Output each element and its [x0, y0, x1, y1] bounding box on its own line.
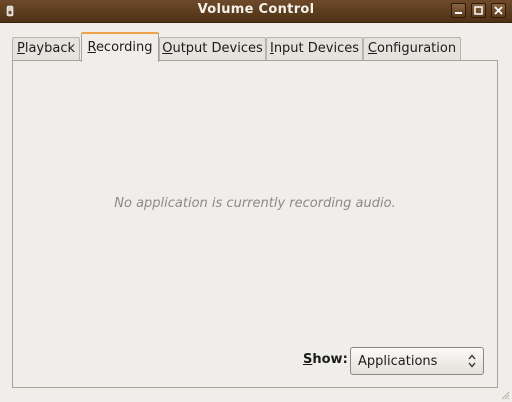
- minimize-icon: [455, 12, 462, 14]
- maximize-icon: [474, 6, 483, 15]
- tab-configuration[interactable]: Configuration: [363, 37, 461, 61]
- close-button[interactable]: [491, 3, 506, 18]
- show-select[interactable]: Applications: [350, 347, 484, 375]
- tab-recording[interactable]: Recording: [81, 32, 159, 62]
- tab-output-devices[interactable]: Output Devices: [159, 37, 266, 61]
- tab-playback[interactable]: Playback: [12, 37, 80, 61]
- maximize-button[interactable]: [471, 3, 486, 18]
- window-title: Volume Control: [197, 2, 315, 17]
- empty-message: No application is currently recording au…: [114, 196, 396, 211]
- tab-input-devices[interactable]: Input Devices: [266, 37, 363, 61]
- close-icon: [494, 6, 503, 15]
- recording-panel: No application is currently recording au…: [12, 60, 498, 388]
- tab-bar: Playback Recording Output Devices Input …: [12, 32, 502, 62]
- resize-grip-icon[interactable]: [500, 390, 510, 400]
- updown-arrows-icon: [468, 354, 476, 368]
- show-select-value: Applications: [358, 354, 438, 369]
- show-label: Show:: [303, 352, 348, 367]
- title-bar[interactable]: Volume Control: [0, 0, 512, 23]
- minimize-button[interactable]: [451, 3, 466, 18]
